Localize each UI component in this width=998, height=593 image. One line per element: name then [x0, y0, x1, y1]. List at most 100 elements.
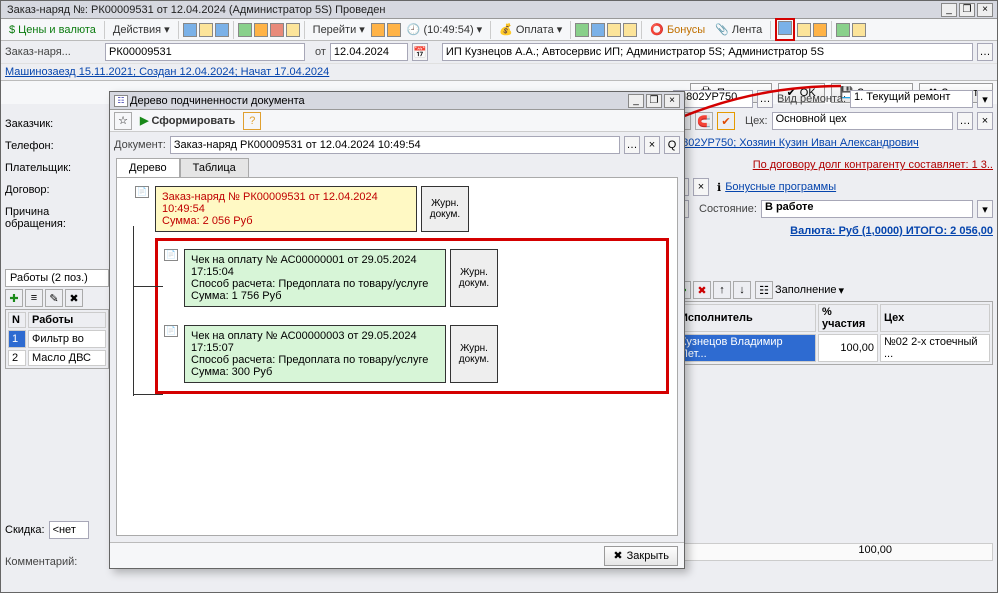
dots-button[interactable]: … — [624, 136, 640, 154]
delete-icon[interactable]: ✖ — [693, 281, 711, 299]
tree-area[interactable]: 📄 Заказ-наряд № РК00009531 от 12.04.2024… — [116, 177, 678, 536]
dialog-close-button[interactable]: ✖ Закрыть — [604, 546, 678, 566]
discount-row: Скидка: — [5, 521, 109, 539]
toolbar-icon[interactable] — [591, 23, 605, 37]
doc-type-label: Заказ-наря... — [5, 46, 101, 58]
bonuses-link[interactable]: Бонусные программы — [725, 181, 836, 193]
journal-button[interactable]: Журн. докум. — [421, 186, 469, 232]
icon-button[interactable]: 🧲 — [695, 112, 713, 130]
tree-root-node[interactable]: Заказ-наряд № РК00009531 от 12.04.2024 1… — [155, 186, 417, 232]
doc-field-row: Документ: … × Q — [110, 132, 684, 158]
toolbar-icon[interactable]: ✎ — [45, 289, 63, 307]
journal-button[interactable]: Журн. докум. — [450, 325, 498, 383]
calendar-icon[interactable]: 📅 — [412, 43, 428, 61]
up-icon[interactable]: ↑ — [713, 281, 731, 299]
works-tab[interactable]: Работы (2 поз.) — [5, 269, 109, 287]
add-icon[interactable]: ✚ — [5, 289, 23, 307]
tab-table[interactable]: Таблица — [180, 158, 249, 177]
toolbar-icon[interactable] — [199, 23, 213, 37]
tree-dialog: ☷ Дерево подчиненности документа _ ❐ × ☆… — [109, 91, 685, 569]
perf-name[interactable]: Кузнецов Владимир Пет... — [676, 334, 816, 362]
toolbar-icon[interactable] — [607, 23, 621, 37]
toolbar-icon[interactable] — [813, 23, 827, 37]
time-button[interactable]: 🕘(10:49:54) ▾ — [403, 21, 486, 39]
help-icon[interactable]: ? — [243, 112, 261, 130]
prices-button[interactable]: $Цены и валюта — [5, 21, 100, 39]
clear-button[interactable]: × — [977, 112, 993, 130]
toolbar-icon[interactable] — [270, 23, 284, 37]
repair-type-select[interactable]: 1. Текущий ремонт — [850, 90, 973, 108]
row-n[interactable]: 2 — [8, 350, 26, 366]
discount-input[interactable] — [49, 521, 89, 539]
row-name[interactable]: Масло ДВС — [28, 350, 106, 366]
down-icon[interactable]: ↓ — [733, 281, 751, 299]
toolbar-icon[interactable] — [215, 23, 229, 37]
col-n: N — [8, 312, 26, 328]
close-button[interactable]: × — [977, 3, 993, 17]
totals-link[interactable]: Валюта: Руб (1,0000) ИТОГО: 2 056,00 — [790, 225, 993, 237]
status-label: Состояние: — [699, 203, 757, 215]
shop-select[interactable]: Основной цех — [772, 112, 953, 130]
tree-child-node[interactable]: Чек на оплату № АС00000003 от 29.05.2024… — [184, 325, 446, 383]
goto-menu[interactable]: Перейти ▾ — [309, 21, 369, 39]
history-link[interactable]: Машинозаезд 15.11.2021; Создан 12.04.202… — [5, 66, 329, 78]
minimize-button[interactable]: _ — [941, 3, 957, 17]
org-input[interactable] — [442, 43, 973, 61]
perf-shop[interactable]: №02 2-х стоечный ... — [880, 334, 990, 362]
contract-label: Договор: — [5, 179, 105, 201]
child2-l3: Сумма: 300 Руб — [191, 366, 439, 378]
row-n[interactable]: 1 — [8, 330, 26, 348]
tab-tree[interactable]: Дерево — [116, 158, 180, 177]
pay-button[interactable]: 💰Оплата ▾ — [495, 21, 566, 39]
dots-button[interactable]: … — [757, 90, 773, 108]
doc-date-input[interactable] — [330, 43, 408, 61]
toolbar-icon[interactable] — [254, 23, 268, 37]
restore-button[interactable]: ❐ — [959, 3, 975, 17]
bonuses-button[interactable]: ⭕Бонусы — [646, 21, 709, 39]
toolbar-icon[interactable]: ✖ — [65, 289, 83, 307]
dots-button[interactable]: … — [977, 43, 993, 61]
toolbar-icon[interactable] — [852, 23, 866, 37]
toolbar-icon[interactable] — [183, 23, 197, 37]
help-icon[interactable] — [371, 23, 385, 37]
car-plate[interactable]: М802УР750 — [673, 90, 753, 108]
lenta-button[interactable]: 📎Лента — [711, 21, 766, 39]
toolbar-icon[interactable] — [836, 23, 850, 37]
chevron-down-icon[interactable]: ▾ — [977, 200, 993, 218]
doc-input[interactable] — [170, 136, 620, 154]
help-tips-icon[interactable] — [387, 23, 401, 37]
open-button[interactable]: Q — [664, 136, 680, 154]
perf-pct[interactable]: 100,00 — [818, 334, 878, 362]
fill-icon[interactable]: ☷ — [755, 281, 773, 299]
toolbar-icon[interactable] — [238, 23, 252, 37]
star-icon[interactable]: ☆ — [114, 112, 132, 130]
toolbar-icon[interactable] — [286, 23, 300, 37]
row-name[interactable]: Фильтр во — [28, 330, 106, 348]
toolbar-icon[interactable] — [797, 23, 811, 37]
status-select[interactable]: В работе — [761, 200, 973, 218]
clear-button[interactable]: × — [644, 136, 660, 154]
minimize-button[interactable]: _ — [628, 94, 644, 108]
close-button[interactable]: × — [664, 94, 680, 108]
toolbar-icon[interactable]: ≡ — [25, 289, 43, 307]
performers-grid[interactable]: Исполнитель % участия Цех Кузнецов Влади… — [673, 301, 993, 365]
tree-button-highlighted[interactable] — [775, 18, 795, 41]
dots-button[interactable]: … — [957, 112, 973, 130]
warning-icon[interactable]: ✔ — [717, 112, 735, 130]
works-grid[interactable]: NРаботы 1Фильтр во 2Масло ДВС — [5, 309, 109, 369]
restore-button[interactable]: ❐ — [646, 94, 662, 108]
owner-link[interactable]: М802УР750; Хозяин Кузин Иван Александров… — [673, 137, 919, 149]
actions-menu[interactable]: Действия ▾ — [109, 21, 174, 39]
clear-button[interactable]: × — [693, 178, 709, 196]
fill-menu[interactable]: Заполнение — [775, 284, 837, 296]
tree-child-node[interactable]: Чек на оплату № АС00000001 от 29.05.2024… — [184, 249, 446, 307]
toolbar-icon[interactable] — [575, 23, 589, 37]
journal-button[interactable]: Журн. докум. — [450, 249, 498, 307]
chevron-down-icon[interactable]: ▾ — [977, 90, 993, 108]
form-button[interactable]: ▶ Сформировать — [136, 112, 239, 130]
root-line2: Сумма: 2 056 Руб — [162, 215, 410, 227]
toolbar-icon[interactable] — [623, 23, 637, 37]
doc-number-input[interactable] — [105, 43, 305, 61]
debt-link[interactable]: По договору долг контрагенту составляет:… — [753, 159, 993, 171]
child2-l1: Чек на оплату № АС00000003 от 29.05.2024… — [191, 330, 439, 354]
